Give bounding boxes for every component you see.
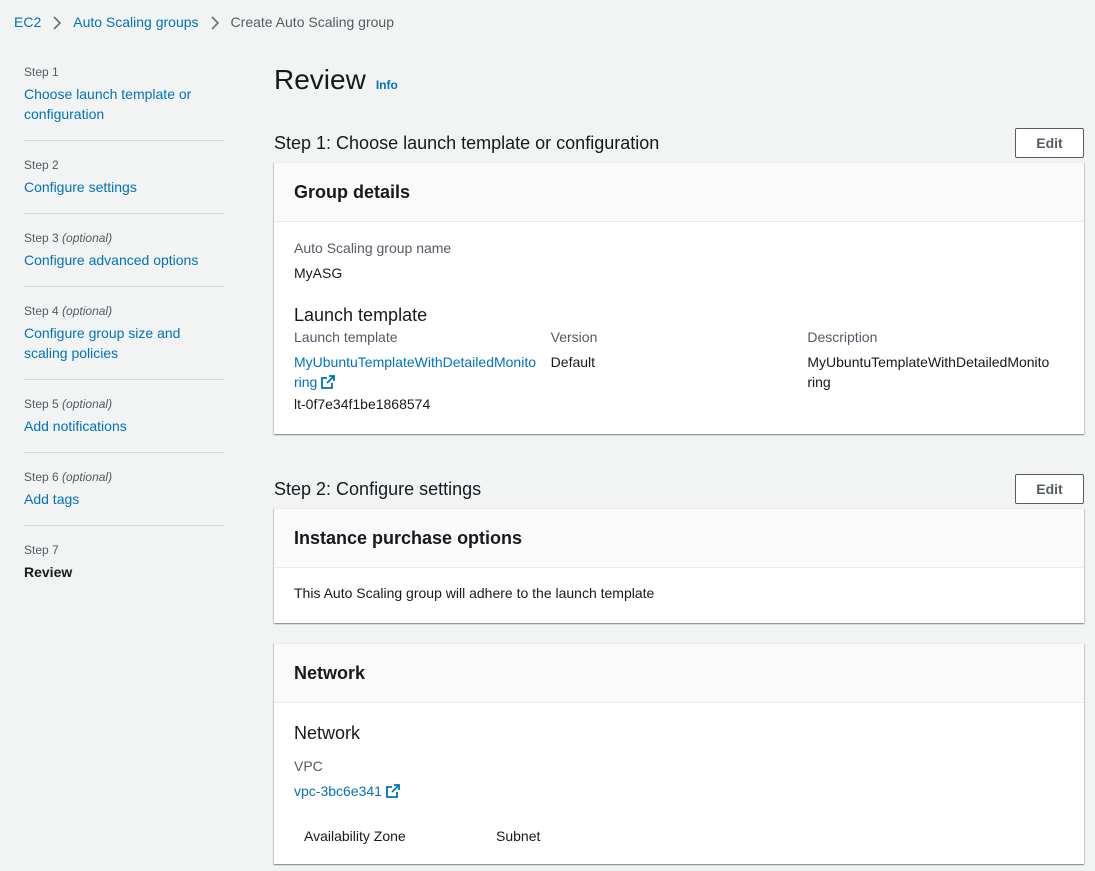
- asg-name-label: Auto Scaling group name: [294, 240, 452, 256]
- version-value: Default: [550, 354, 596, 370]
- availability-zone-column-header: Availability Zone: [304, 828, 406, 844]
- launch-template-col: Launch template MyUbuntuTemplateWithDeta…: [294, 327, 551, 414]
- asg-name-value: MyASG: [294, 265, 343, 281]
- group-details-card: Group details Auto Scaling group name My…: [274, 162, 1084, 434]
- wizard-steps: Step 1 Choose launch template or configu…: [24, 64, 224, 614]
- step-link-add-tags[interactable]: Add tags: [24, 491, 79, 507]
- wizard-step-3: Step 3 (optional) Configure advanced opt…: [24, 230, 224, 287]
- step-link-choose-launch-template[interactable]: Choose launch template or configuration: [24, 86, 191, 122]
- launch-template-link[interactable]: MyUbuntuTemplateWithDetailedMonitoring: [294, 354, 536, 390]
- wizard-step-6: Step 6 (optional) Add tags: [24, 469, 224, 526]
- step-number: Step 4 (optional): [24, 304, 113, 318]
- section-step-1-header: Step 1: Choose launch template or config…: [274, 126, 1084, 160]
- page-title: Review: [274, 64, 366, 95]
- launch-template-label: Launch template: [294, 329, 398, 345]
- step-link-configure-settings[interactable]: Configure settings: [24, 179, 137, 195]
- network-heading: Network: [294, 723, 361, 743]
- step-link-configure-advanced-options[interactable]: Configure advanced options: [24, 252, 198, 268]
- launch-template-id: lt-0f7e34f1be1868574: [294, 396, 431, 412]
- purchase-options-card: Instance purchase options This Auto Scal…: [274, 508, 1084, 623]
- wizard-step-1: Step 1 Choose launch template or configu…: [24, 64, 224, 141]
- step-link-configure-group-size[interactable]: Configure group size and scaling policie…: [24, 325, 180, 361]
- launch-template-details: Launch template MyUbuntuTemplateWithDeta…: [294, 327, 1064, 414]
- section-step-2-header: Step 2: Configure settings Edit: [274, 472, 1084, 506]
- edit-step-2-button[interactable]: Edit: [1015, 474, 1084, 504]
- page-header: Review Info: [274, 60, 1084, 104]
- subnet-table-header: Availability Zone Subnet: [294, 828, 1064, 844]
- step-number: Step 2: [24, 158, 59, 172]
- breadcrumb: EC2 Auto Scaling groups Create Auto Scal…: [14, 12, 394, 32]
- step-current-review: Review: [24, 564, 73, 580]
- info-link[interactable]: Info: [376, 78, 398, 92]
- version-col: Version Default: [551, 327, 808, 414]
- step-number: Step 5 (optional): [24, 397, 113, 411]
- subnet-column-header: Subnet: [496, 828, 541, 844]
- wizard-step-7: Step 7 Review: [24, 542, 224, 598]
- description-label: Description: [807, 329, 878, 345]
- external-link-icon: [321, 374, 336, 394]
- edit-step-1-button[interactable]: Edit: [1015, 128, 1084, 158]
- main-content: Review Info Step 1: Choose launch templa…: [274, 60, 1084, 864]
- section-title: Step 2: Configure settings: [274, 478, 482, 499]
- breadcrumb-current: Create Auto Scaling group: [230, 14, 394, 30]
- step-number: Step 7: [24, 543, 59, 557]
- launch-template-heading: Launch template: [294, 305, 428, 325]
- description-col: Description MyUbuntuTemplateWithDetailed…: [807, 327, 1064, 414]
- description-value: MyUbuntuTemplateWithDetailedMonitoring: [807, 354, 1050, 390]
- purchase-options-text: This Auto Scaling group will adhere to t…: [294, 585, 655, 601]
- version-label: Version: [550, 329, 598, 345]
- external-link-icon: [386, 783, 400, 803]
- chevron-right-icon: [47, 12, 67, 32]
- chevron-right-icon: [205, 12, 225, 32]
- step-number: Step 3 (optional): [24, 231, 113, 245]
- breadcrumb-ec2[interactable]: EC2: [14, 12, 41, 32]
- step-link-add-notifications[interactable]: Add notifications: [24, 418, 127, 434]
- card-title: Group details: [274, 163, 1084, 222]
- step-number: Step 6 (optional): [24, 470, 113, 484]
- wizard-step-2: Step 2 Configure settings: [24, 157, 224, 214]
- breadcrumb-auto-scaling-groups[interactable]: Auto Scaling groups: [73, 12, 198, 32]
- wizard-step-5: Step 5 (optional) Add notifications: [24, 396, 224, 453]
- step-number: Step 1: [24, 65, 59, 79]
- network-card: Network Network VPC vpc-3bc6e341 Availab…: [274, 643, 1084, 864]
- wizard-step-4: Step 4 (optional) Configure group size a…: [24, 303, 224, 380]
- section-title: Step 1: Choose launch template or config…: [274, 132, 660, 153]
- vpc-link[interactable]: vpc-3bc6e341: [294, 783, 400, 799]
- card-title: Network: [274, 644, 1084, 703]
- vpc-label: VPC: [294, 758, 323, 774]
- card-title: Instance purchase options: [274, 509, 1084, 568]
